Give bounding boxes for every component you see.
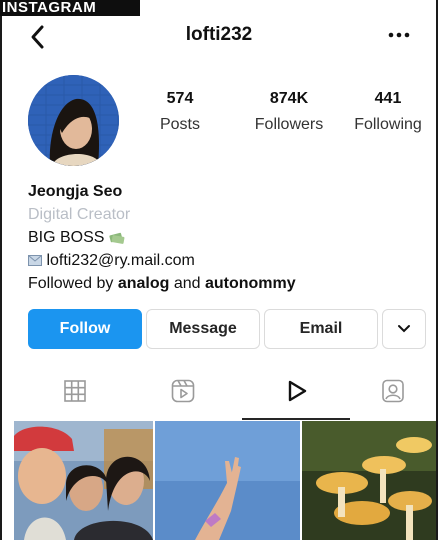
followed-by-user-analog[interactable]: analog: [118, 275, 170, 292]
posts-count: 574: [166, 90, 194, 107]
more-horizontal-icon[interactable]: [388, 32, 410, 38]
tab-videos[interactable]: [242, 362, 351, 420]
reels-icon: [171, 379, 194, 403]
message-button[interactable]: Message: [146, 309, 260, 349]
followed-by-and: and: [169, 275, 205, 292]
friends-photo: [14, 421, 153, 540]
media-grid: [14, 421, 436, 540]
mushrooms-photo: [302, 421, 436, 540]
profile-bio: Jeongja Seo Digital Creator BIG BOSS lof…: [28, 180, 428, 295]
followed-by-line[interactable]: Followed by analog and autonommy: [28, 272, 428, 295]
content-tabs: [0, 362, 438, 420]
avatar-photo: [28, 75, 119, 166]
grid-icon: [63, 380, 86, 402]
banner-tag: INSTAGRAM: [0, 0, 140, 16]
followers-count: 874K: [269, 90, 309, 107]
suggested-dropdown-button[interactable]: [382, 309, 426, 349]
stat-followers[interactable]: 874K Followers: [234, 90, 344, 134]
stat-following[interactable]: 441 Following: [346, 90, 430, 134]
profile-username: lofti232: [185, 24, 253, 45]
email-link[interactable]: lofti232@ry.mail.com: [46, 252, 194, 269]
tab-posts-grid[interactable]: [20, 362, 129, 420]
profile-category: Digital Creator: [28, 206, 131, 223]
bio-text: BIG BOSS: [28, 229, 105, 246]
money-icon: [109, 232, 125, 244]
media-thumbnail-3[interactable]: [302, 421, 436, 540]
media-thumbnail-1[interactable]: [14, 421, 153, 540]
email-button[interactable]: Email: [264, 309, 378, 349]
tagged-icon: [381, 379, 404, 403]
tab-reels[interactable]: [128, 362, 237, 420]
sky-hand-photo: [155, 421, 300, 540]
envelope-icon: [28, 255, 42, 267]
profile-stats: 574 Posts 874K Followers 441 Following: [150, 90, 430, 140]
play-icon: [288, 380, 306, 402]
avatar[interactable]: [28, 75, 119, 166]
action-buttons: Follow Message Email: [28, 309, 428, 350]
chevron-down-icon: [398, 325, 410, 333]
email-line: lofti232@ry.mail.com: [28, 249, 428, 272]
follow-button[interactable]: Follow: [28, 309, 142, 349]
tab-tagged[interactable]: [338, 362, 438, 420]
media-thumbnail-2[interactable]: [155, 421, 300, 540]
followed-by-prefix: Followed by: [28, 275, 118, 292]
followers-label: Followers: [254, 116, 324, 133]
followed-by-user-autonommy[interactable]: autonommy: [205, 275, 296, 292]
stat-posts[interactable]: 574 Posts: [150, 90, 210, 134]
profile-name: Jeongja Seo: [28, 183, 123, 200]
following-label: Following: [354, 116, 422, 133]
active-tab-indicator: [242, 418, 350, 420]
following-count: 441: [374, 90, 402, 107]
bio-line: BIG BOSS: [28, 226, 428, 249]
posts-label: Posts: [159, 116, 200, 133]
top-bar: lofti232: [0, 16, 438, 56]
